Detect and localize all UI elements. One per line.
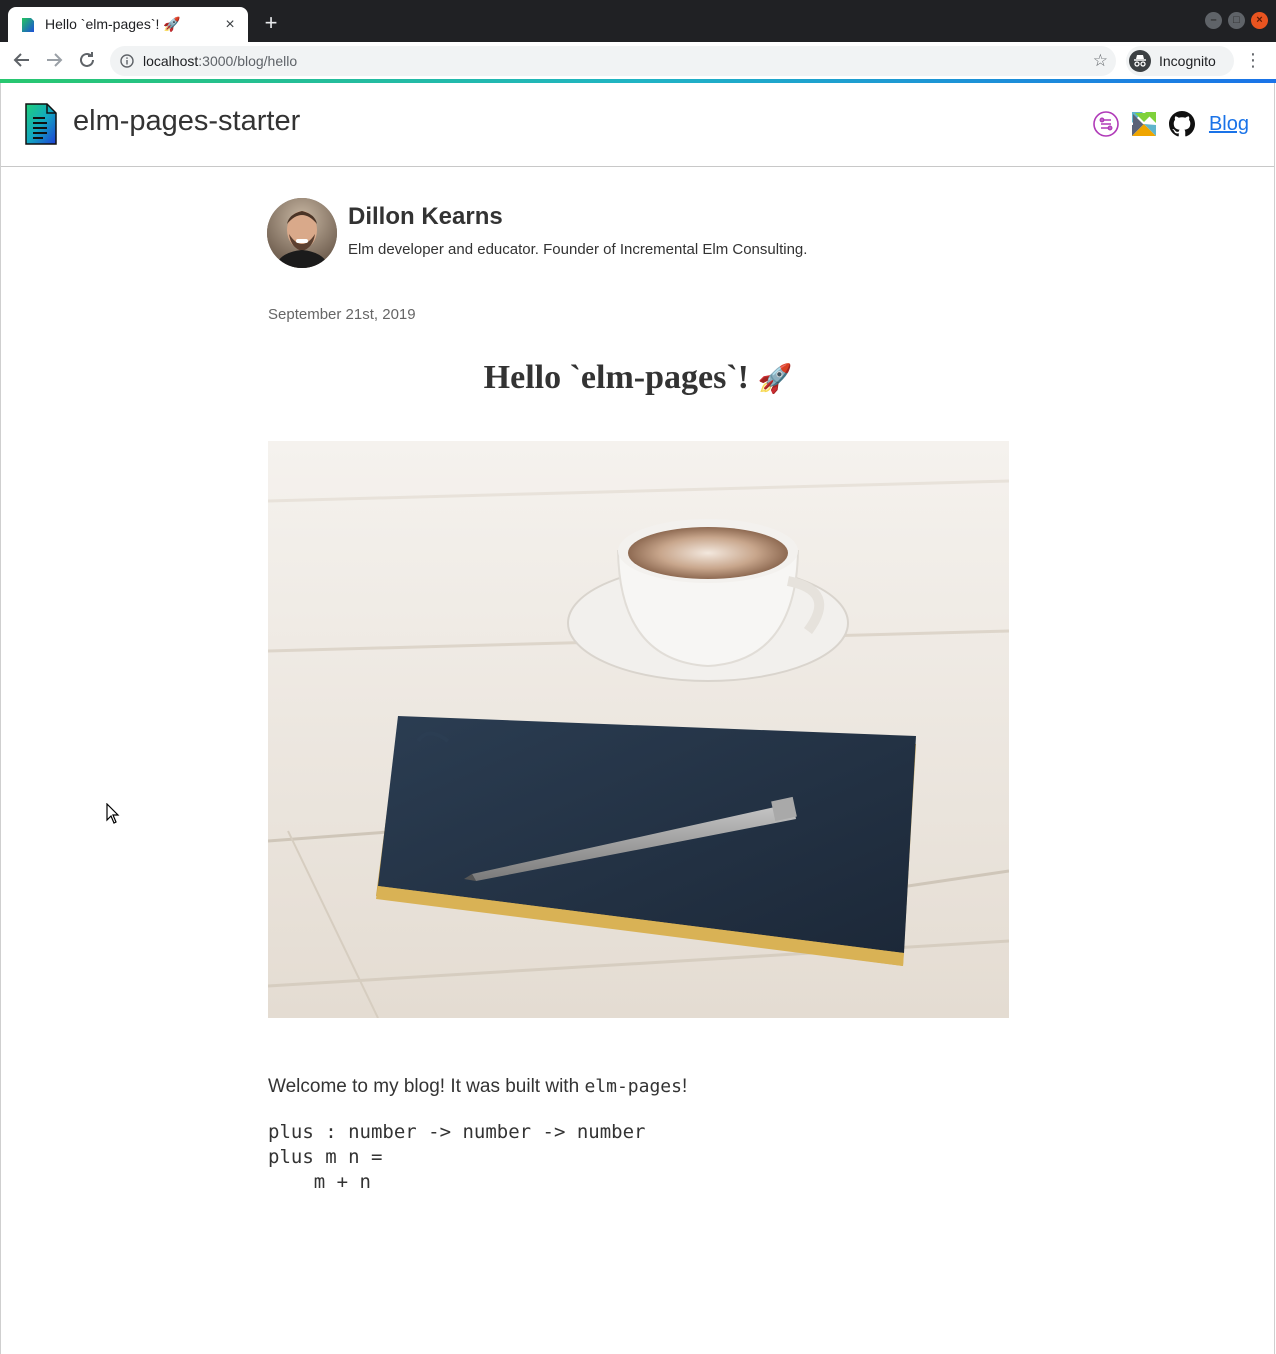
- tab-title: Hello `elm-pages`! 🚀: [45, 16, 181, 32]
- intro-text-after: !: [681, 1076, 688, 1097]
- browser-menu-icon[interactable]: ⋮: [1244, 48, 1262, 72]
- post-date: September 21st, 2019: [268, 306, 416, 323]
- incognito-icon: [1129, 50, 1151, 72]
- code-line: plus m n =: [268, 1146, 383, 1168]
- bookmark-star-icon[interactable]: ☆: [1093, 51, 1108, 71]
- site-header: elm-pages-starter Blog: [1, 83, 1274, 167]
- site-title[interactable]: elm-pages-starter: [73, 105, 300, 138]
- mouse-cursor-icon: [106, 803, 120, 824]
- github-icon[interactable]: [1168, 111, 1195, 137]
- author-avatar: [267, 198, 337, 268]
- url-path: :3000/blog/hello: [198, 53, 298, 69]
- elm-logo-icon[interactable]: [1131, 111, 1157, 137]
- window-controls: – □ ×: [1205, 12, 1268, 29]
- reload-icon[interactable]: [75, 48, 99, 72]
- blog-nav-link[interactable]: Blog: [1209, 113, 1249, 136]
- incognito-indicator[interactable]: Incognito: [1126, 46, 1234, 76]
- rocket-emoji-icon: 🚀: [757, 362, 793, 395]
- forward-arrow-icon[interactable]: [42, 48, 66, 72]
- address-bar[interactable]: localhost:3000/blog/hello ☆: [110, 46, 1116, 76]
- intro-text-before: Welcome to my blog! It was built with: [268, 1076, 585, 1097]
- header-nav: Blog: [1093, 111, 1249, 137]
- post-title: Hello `elm-pages`! 🚀: [268, 359, 1008, 397]
- maximize-window-button[interactable]: □: [1228, 12, 1245, 29]
- close-window-button[interactable]: ×: [1251, 12, 1268, 29]
- hero-image: [268, 441, 1009, 1018]
- elm-pages-icon[interactable]: [1093, 111, 1119, 137]
- site-info-icon[interactable]: [120, 54, 134, 68]
- code-line: m + n: [268, 1171, 371, 1193]
- post-intro-paragraph: Welcome to my blog! It was built with el…: [268, 1076, 687, 1098]
- page-favicon-icon: [22, 17, 34, 32]
- url-host: localhost: [143, 53, 199, 69]
- minimize-window-button[interactable]: –: [1205, 12, 1222, 29]
- post-title-text: Hello `elm-pages`!: [483, 359, 749, 396]
- author-bio: Elm developer and educator. Founder of I…: [348, 241, 808, 258]
- new-tab-button[interactable]: +: [260, 12, 282, 34]
- back-arrow-icon[interactable]: [10, 48, 34, 72]
- url-text: localhost:3000/blog/hello: [143, 53, 297, 69]
- incognito-label: Incognito: [1159, 53, 1216, 69]
- site-logo-icon[interactable]: [25, 103, 57, 145]
- close-tab-icon[interactable]: ×: [222, 16, 238, 34]
- code-block: plus : number -> number -> number plus m…: [268, 1120, 646, 1195]
- browser-tab[interactable]: Hello `elm-pages`! 🚀 ×: [8, 7, 248, 42]
- intro-inline-code: elm-pages: [584, 1076, 682, 1097]
- page-viewport: elm-pages-starter Blog Dillon Kearns Elm…: [0, 83, 1275, 1354]
- browser-toolbar: localhost:3000/blog/hello ☆ Incognito ⋮: [0, 42, 1276, 79]
- author-name: Dillon Kearns: [348, 203, 503, 230]
- code-line: plus : number -> number -> number: [268, 1121, 646, 1143]
- browser-titlebar: Hello `elm-pages`! 🚀 × + – □ ×: [0, 0, 1276, 42]
